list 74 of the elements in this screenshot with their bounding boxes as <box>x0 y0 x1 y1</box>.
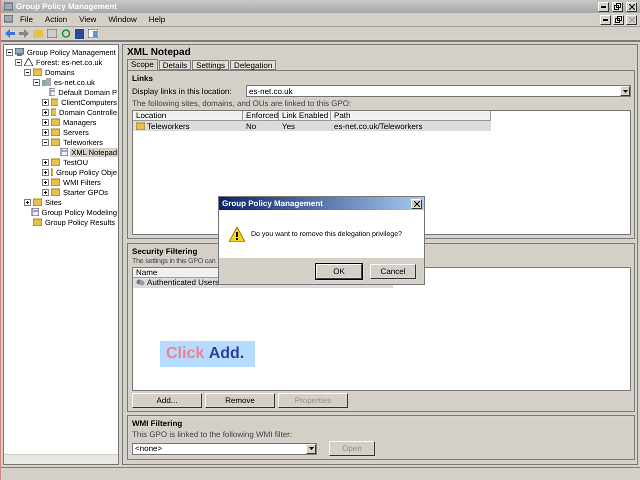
section-heading: Security Filtering <box>132 246 198 256</box>
minimize-icon <box>603 18 608 20</box>
expand-icon[interactable] <box>42 108 49 116</box>
folder-icon <box>33 218 42 226</box>
tab[interactable]: Delegation <box>230 60 276 70</box>
restore-button[interactable] <box>612 2 623 12</box>
app-icon <box>4 2 13 11</box>
dialog-button[interactable]: Add... <box>132 393 202 408</box>
dialog-button[interactable]: Cancel <box>370 264 416 278</box>
column-header[interactable]: Path <box>331 111 491 121</box>
section-heading: Links <box>132 74 154 83</box>
collapse-icon[interactable] <box>42 138 49 146</box>
menu-item[interactable]: View <box>74 15 102 24</box>
collapse-icon[interactable] <box>24 68 31 76</box>
minimize-button[interactable] <box>598 2 609 12</box>
panel-icon[interactable] <box>88 29 98 38</box>
expand-icon[interactable] <box>42 178 49 186</box>
expand-icon[interactable] <box>24 198 31 206</box>
warning-icon <box>229 226 245 242</box>
wmi-filter-dropdown[interactable]: <none> <box>132 442 317 454</box>
tab[interactable]: Scope <box>127 59 158 70</box>
document-icon <box>48 88 56 96</box>
back-icon[interactable] <box>5 29 15 38</box>
refresh-icon[interactable] <box>61 29 71 38</box>
column-header[interactable]: Location <box>133 111 243 121</box>
close-icon <box>628 4 634 10</box>
collapse-icon[interactable] <box>33 78 40 86</box>
location-dropdown[interactable]: es-net.co.uk <box>246 85 631 97</box>
callout-text: Click Add. <box>166 345 244 363</box>
dialog-title: Group Policy Management <box>222 199 324 208</box>
menu-item[interactable]: Help <box>144 15 170 24</box>
column-header[interactable]: Link Enabled <box>279 111 331 121</box>
restore-button[interactable] <box>613 14 624 24</box>
expand-icon[interactable] <box>42 168 49 176</box>
dropdown-arrow-icon <box>308 447 314 450</box>
close-button[interactable] <box>626 14 637 24</box>
close-icon <box>628 16 634 22</box>
close-icon <box>414 200 420 206</box>
table-cell: Yes <box>279 121 331 131</box>
table-cell: es-net.co.uk/Teleworkers <box>331 121 491 131</box>
tab[interactable]: Settings <box>192 60 230 70</box>
expand-icon[interactable] <box>42 98 49 106</box>
expand-icon[interactable] <box>42 128 49 136</box>
domain-icon <box>42 78 51 86</box>
section-heading: WMI Filtering <box>132 419 184 428</box>
folder-icon <box>33 68 42 76</box>
dialog-button[interactable]: Remove <box>205 393 275 408</box>
description-text: The following sites, domains, and OUs are linked to this GPO: <box>132 99 352 108</box>
minimize-button[interactable] <box>600 14 611 24</box>
document-icon <box>60 148 68 156</box>
collapse-icon[interactable] <box>15 58 22 66</box>
description-text: This GPO is linked to the following WMI filter: <box>132 430 294 439</box>
horizontal-scrollbar[interactable] <box>4 454 118 464</box>
table-cell: Teleworkers <box>133 121 243 131</box>
window-title: Group Policy Management <box>16 2 118 11</box>
minimize-icon <box>601 6 606 8</box>
expand-icon[interactable] <box>42 158 49 166</box>
expand-icon[interactable] <box>42 188 49 196</box>
dialog-button[interactable]: OK <box>316 264 362 278</box>
menu-item[interactable]: Action <box>40 15 72 24</box>
collapse-icon[interactable] <box>6 48 13 56</box>
dropdown-arrow-icon <box>622 90 628 92</box>
document-icon <box>31 208 39 216</box>
field-label: Display links in this location: <box>132 86 233 96</box>
menu-item[interactable]: Window <box>103 15 142 24</box>
close-button[interactable] <box>411 198 422 208</box>
menu-item[interactable]: File <box>15 15 38 24</box>
panel-title: XML Notepad <box>127 47 192 59</box>
expand-icon[interactable] <box>42 118 49 126</box>
tab[interactable]: Details <box>158 60 192 70</box>
column-header[interactable]: Enforced <box>243 111 279 121</box>
close-button[interactable] <box>626 2 637 12</box>
forest-icon <box>24 58 33 66</box>
table-cell: No <box>243 121 279 131</box>
